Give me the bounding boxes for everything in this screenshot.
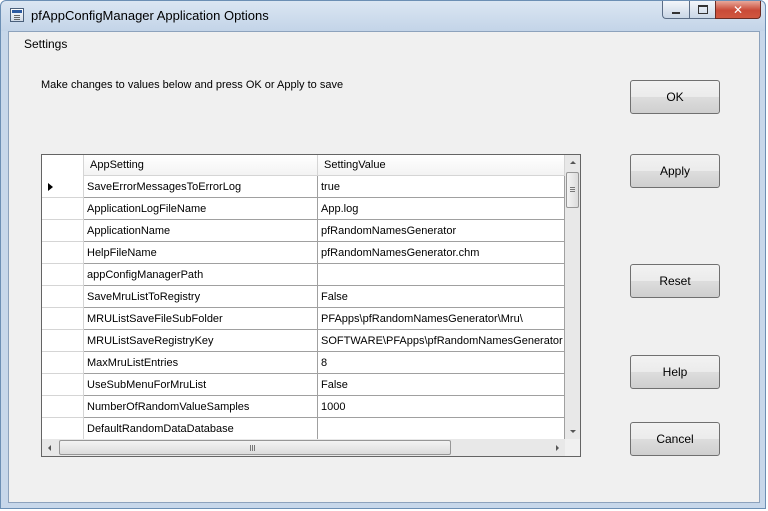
title-bar[interactable]: pfAppConfigManager Application Options ✕ (1, 1, 767, 31)
row-header[interactable] (42, 242, 84, 264)
chevron-right-icon (556, 444, 559, 451)
column-header-appsetting[interactable]: AppSetting (84, 155, 318, 175)
chevron-left-icon (48, 444, 51, 451)
settings-grid: AppSetting SettingValue SaveErrorMessage… (41, 154, 581, 457)
horizontal-scroll-thumb[interactable] (59, 440, 451, 455)
grid-corner-header[interactable] (42, 155, 84, 176)
ok-button[interactable]: OK (630, 80, 720, 114)
row-header[interactable] (42, 198, 84, 220)
table-row[interactable]: MaxMruListEntries 8 (42, 352, 565, 374)
scroll-right-button[interactable] (550, 439, 565, 456)
table-row[interactable]: UseSubMenuForMruList False (42, 374, 565, 396)
maximize-icon (697, 5, 708, 14)
client-area: Settings Make changes to values below an… (8, 31, 760, 503)
cancel-button[interactable]: Cancel (630, 422, 720, 456)
setting-name-cell[interactable]: MRUListSaveFileSubFolder (84, 308, 318, 330)
table-row[interactable]: MRUListSaveRegistryKey SOFTWARE\PFApps\p… (42, 330, 565, 352)
grid-rows: SaveErrorMessagesToErrorLog true Applica… (42, 176, 565, 440)
grid-header: AppSetting SettingValue (42, 155, 565, 176)
scroll-down-button[interactable] (565, 424, 580, 439)
menu-settings[interactable]: Settings (24, 37, 67, 51)
current-row-arrow-icon (48, 183, 53, 191)
caption-buttons: ✕ (662, 1, 761, 20)
setting-value-cell[interactable] (318, 418, 565, 440)
table-row[interactable]: ApplicationLogFileName App.log (42, 198, 565, 220)
setting-value-cell[interactable]: pfRandomNamesGenerator.chm (318, 242, 565, 264)
minimize-icon (672, 11, 680, 14)
scroll-left-button[interactable] (42, 439, 57, 456)
grip-icon (250, 445, 251, 451)
apply-button[interactable]: Apply (630, 154, 720, 188)
row-header[interactable] (42, 308, 84, 330)
setting-name-cell[interactable]: UseSubMenuForMruList (84, 374, 318, 396)
menu-bar: Settings (9, 32, 759, 54)
instructions-label: Make changes to values below and press O… (41, 79, 344, 91)
maximize-button[interactable] (689, 1, 715, 19)
table-row[interactable]: DefaultRandomDataDatabase (42, 418, 565, 440)
row-header[interactable] (42, 286, 84, 308)
column-header-settingvalue[interactable]: SettingValue (318, 155, 565, 175)
setting-name-cell[interactable]: appConfigManagerPath (84, 264, 318, 286)
setting-name-cell[interactable]: ApplicationLogFileName (84, 198, 318, 220)
setting-name-cell[interactable]: ApplicationName (84, 220, 318, 242)
grip-icon (570, 187, 575, 188)
table-row[interactable]: SaveErrorMessagesToErrorLog true (42, 176, 565, 198)
table-row[interactable]: ApplicationName pfRandomNamesGenerator (42, 220, 565, 242)
setting-value-cell[interactable]: 1000 (318, 396, 565, 418)
row-header[interactable] (42, 418, 84, 440)
horizontal-scrollbar[interactable] (42, 439, 565, 456)
options-window: pfAppConfigManager Application Options ✕… (0, 0, 766, 509)
setting-value-cell[interactable] (318, 264, 565, 286)
chevron-up-icon (569, 161, 576, 164)
setting-value-cell[interactable]: SOFTWARE\PFApps\pfRandomNamesGenerator (318, 330, 565, 352)
minimize-button[interactable] (662, 1, 689, 19)
table-row[interactable]: HelpFileName pfRandomNamesGenerator.chm (42, 242, 565, 264)
setting-value-cell[interactable]: False (318, 374, 565, 396)
setting-value-cell[interactable]: False (318, 286, 565, 308)
setting-value-cell[interactable]: pfRandomNamesGenerator (318, 220, 565, 242)
help-button[interactable]: Help (630, 355, 720, 389)
row-header[interactable] (42, 176, 84, 198)
setting-value-cell[interactable]: PFApps\pfRandomNamesGenerator\Mru\ (318, 308, 565, 330)
setting-name-cell[interactable]: SaveErrorMessagesToErrorLog (84, 176, 318, 198)
table-row[interactable]: appConfigManagerPath (42, 264, 565, 286)
scrollbar-corner (565, 439, 580, 456)
row-header[interactable] (42, 396, 84, 418)
close-button[interactable]: ✕ (715, 1, 761, 19)
setting-value-cell[interactable]: App.log (318, 198, 565, 220)
vertical-scrollbar[interactable] (565, 155, 580, 439)
row-header[interactable] (42, 330, 84, 352)
setting-name-cell[interactable]: SaveMruListToRegistry (84, 286, 318, 308)
chevron-down-icon (569, 430, 576, 433)
setting-value-cell[interactable]: true (318, 176, 565, 198)
table-row[interactable]: MRUListSaveFileSubFolder PFApps\pfRandom… (42, 308, 565, 330)
scroll-up-button[interactable] (565, 155, 580, 170)
row-header[interactable] (42, 264, 84, 286)
vertical-scroll-thumb[interactable] (566, 172, 579, 208)
row-header[interactable] (42, 352, 84, 374)
reset-button[interactable]: Reset (630, 264, 720, 298)
setting-name-cell[interactable]: MaxMruListEntries (84, 352, 318, 374)
row-header[interactable] (42, 220, 84, 242)
setting-name-cell[interactable]: DefaultRandomDataDatabase (84, 418, 318, 440)
setting-name-cell[interactable]: HelpFileName (84, 242, 318, 264)
table-row[interactable]: SaveMruListToRegistry False (42, 286, 565, 308)
setting-name-cell[interactable]: MRUListSaveRegistryKey (84, 330, 318, 352)
close-icon: ✕ (732, 2, 744, 17)
table-row[interactable]: NumberOfRandomValueSamples 1000 (42, 396, 565, 418)
setting-value-cell[interactable]: 8 (318, 352, 565, 374)
window-title: pfAppConfigManager Application Options (31, 8, 269, 23)
row-header[interactable] (42, 374, 84, 396)
setting-name-cell[interactable]: NumberOfRandomValueSamples (84, 396, 318, 418)
app-window-icon[interactable] (10, 8, 24, 22)
